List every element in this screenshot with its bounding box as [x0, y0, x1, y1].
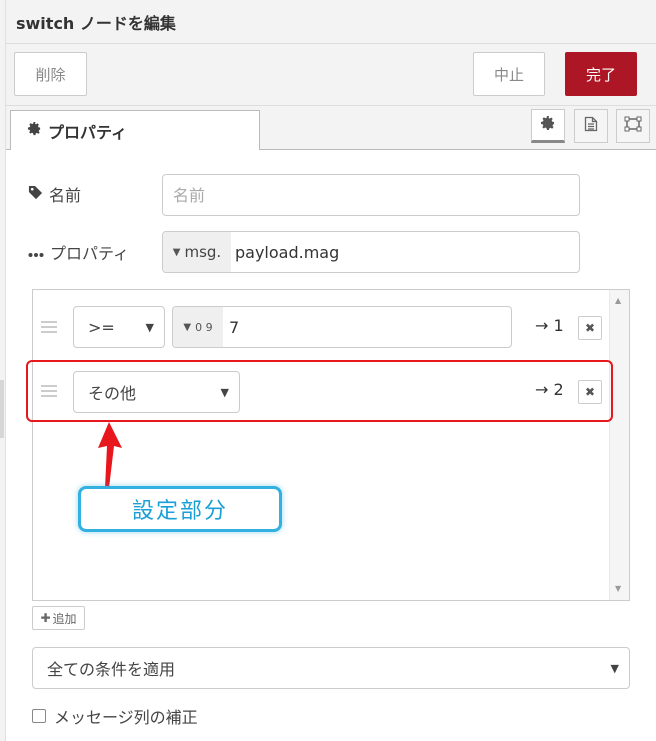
remove-rule-button[interactable]: ✖: [578, 316, 602, 340]
cancel-button[interactable]: 中止: [473, 52, 545, 96]
name-input[interactable]: [162, 174, 580, 216]
rule-value[interactable]: 7: [223, 307, 511, 347]
check-mode-select[interactable]: 全ての条件を適用 ▼: [32, 647, 630, 689]
gear-icon: [540, 115, 556, 135]
rules-scrollbar[interactable]: [609, 290, 629, 600]
tab-properties-icon[interactable]: [531, 109, 565, 143]
caret-down-icon: ▼: [610, 661, 619, 675]
property-label: プロパティ: [28, 240, 129, 264]
done-button[interactable]: 完了: [565, 52, 637, 96]
number-type-icon: 0 9: [195, 320, 213, 334]
tag-icon: [28, 185, 43, 204]
document-icon: [584, 116, 598, 136]
recreate-sequence-checkbox[interactable]: [32, 709, 46, 723]
name-label-text: 名前: [49, 186, 82, 205]
name-label: 名前: [28, 182, 81, 206]
tab-properties[interactable]: プロパティ: [10, 110, 260, 151]
add-rule-label: 追加: [52, 611, 77, 626]
property-value[interactable]: payload.mag: [231, 232, 579, 272]
editor-header: switch ノードを編集: [6, 0, 656, 44]
drag-handle-icon[interactable]: [41, 321, 57, 333]
annotation-arrow: [98, 422, 122, 488]
editor-toolbar: 削除 中止 完了: [6, 44, 656, 106]
plus-icon: ✚: [40, 611, 51, 625]
tab-appearance[interactable]: [616, 109, 650, 143]
rule-value-input[interactable]: ▼ 0 9 7: [172, 306, 512, 348]
close-icon: ✖: [584, 321, 596, 335]
tab-properties-label: プロパティ: [48, 122, 128, 142]
caret-down-icon: ▼: [145, 320, 154, 334]
property-typed-input[interactable]: ▼ msg. payload.mag: [162, 231, 580, 273]
rule-output-index: → 1: [535, 316, 564, 335]
editor-tabs: プロパティ: [6, 106, 656, 151]
check-mode-value: 全ての条件を適用: [47, 660, 176, 679]
rule-value-type-selector[interactable]: ▼ 0 9: [173, 307, 223, 347]
editor-title: switch ノードを編集: [16, 14, 176, 33]
add-rule-button[interactable]: ✚ 追加: [32, 606, 85, 630]
ellipsis-icon: [28, 243, 44, 262]
caret-down-icon: ▼: [172, 246, 181, 258]
recreate-sequence-option[interactable]: メッセージ列の補正: [32, 704, 198, 728]
property-type-selector[interactable]: ▼ msg.: [163, 232, 231, 272]
node-appearance-icon: [624, 116, 642, 136]
property-label-text: プロパティ: [50, 244, 130, 263]
scroll-down-arrow-icon[interactable]: ▼: [615, 584, 621, 593]
scroll-up-arrow-icon[interactable]: ▲: [615, 296, 621, 305]
property-type-label: msg.: [184, 243, 222, 261]
rule-operator-select[interactable]: >= ▼: [73, 306, 165, 348]
recreate-sequence-label: メッセージ列の補正: [54, 708, 198, 727]
gear-icon: [27, 121, 42, 140]
delete-button[interactable]: 削除: [14, 52, 87, 96]
highlight-box: [26, 360, 613, 422]
panel-resize-handle[interactable]: [0, 380, 4, 438]
rule-operator-value: >=: [88, 317, 115, 337]
tab-description[interactable]: [574, 109, 608, 143]
caret-down-icon: ▼: [183, 321, 192, 333]
annotation-callout: 設定部分: [78, 486, 282, 532]
